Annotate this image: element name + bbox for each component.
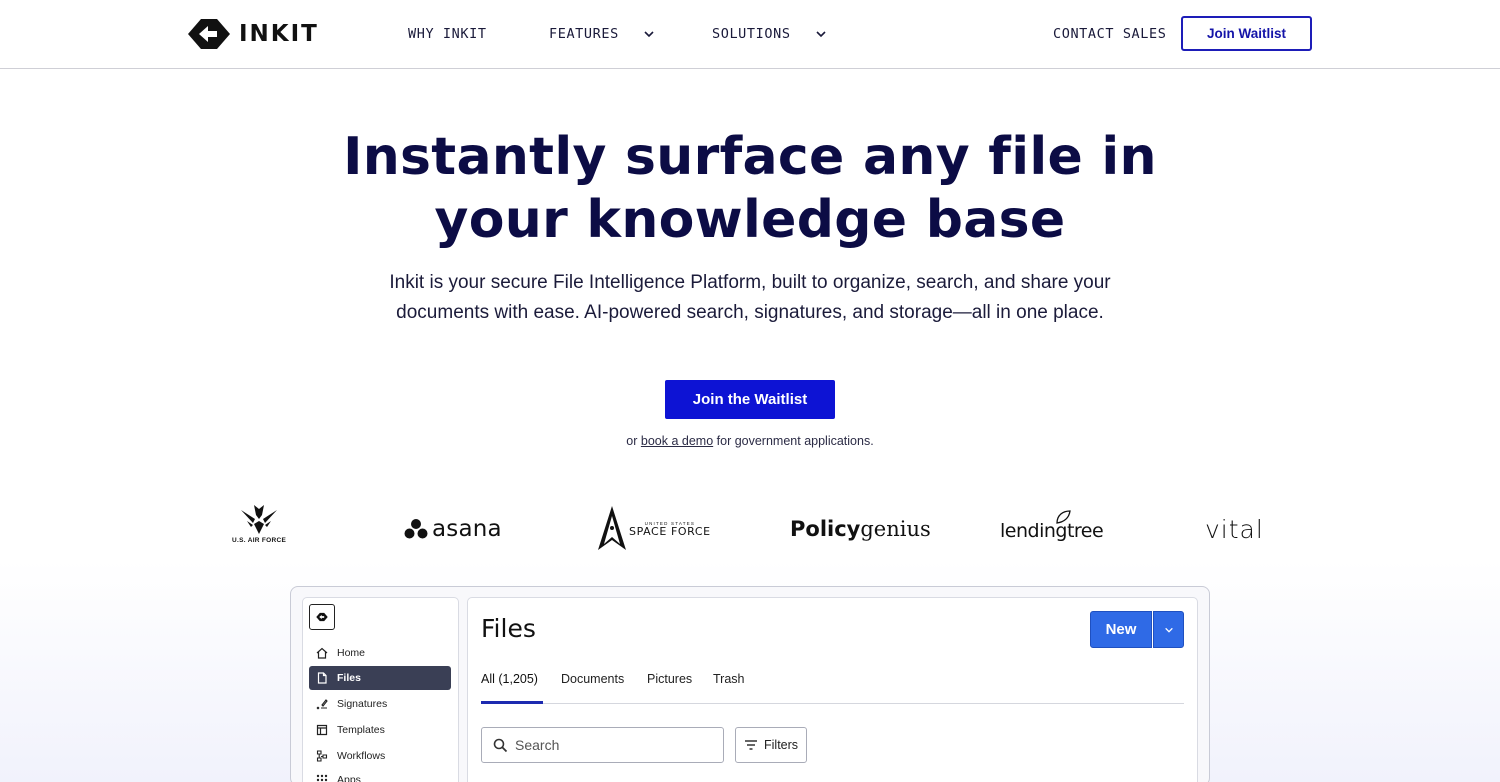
workflows-icon	[316, 750, 328, 762]
space-force-delta-icon	[598, 506, 626, 550]
air-force-text: U.S. AIR FORCE	[232, 537, 287, 544]
hero-title: Instantly surface any file in your knowl…	[300, 126, 1200, 252]
file-icon	[317, 672, 327, 684]
tabs-divider	[481, 703, 1184, 704]
sidebar-item-label: Signatures	[337, 698, 388, 710]
space-force-wordmark: UNITED STATES SPACE FORCE	[629, 521, 711, 537]
asana-text: asana	[432, 516, 502, 542]
nav-solutions-label: SOLUTIONS	[712, 26, 791, 42]
policygenius-logo: Policy genius	[790, 505, 931, 553]
inkit-logo[interactable]: INKIT	[187, 18, 319, 50]
signature-icon	[316, 699, 328, 710]
active-tab-indicator	[481, 701, 543, 704]
hero-title-line2: your knowledge base	[434, 190, 1066, 250]
demo-suffix: for government applications.	[713, 434, 874, 448]
hero-title-line1: Instantly surface any file in	[343, 127, 1157, 187]
sidebar-item-workflows[interactable]: Workflows	[309, 744, 451, 768]
book-demo-link[interactable]: book a demo	[641, 434, 713, 448]
nav-solutions[interactable]: SOLUTIONS	[712, 26, 827, 42]
inkit-mini-logo-icon	[316, 612, 328, 622]
space-force-text: SPACE FORCE	[629, 525, 711, 538]
apps-icon	[316, 774, 328, 782]
nav-features[interactable]: FEATURES	[549, 26, 655, 42]
sidebar-item-signatures[interactable]: Signatures	[309, 692, 451, 716]
sidebar-item-label: Templates	[337, 724, 385, 736]
files-title: Files	[481, 614, 536, 643]
nav-why-inkit-label: WHY INKIT	[408, 26, 487, 42]
policygenius-bold-text: Policy	[790, 517, 861, 541]
sidebar-item-label: Home	[337, 647, 366, 659]
hero-subtitle: Inkit is your secure File Intelligence P…	[330, 268, 1170, 328]
sidebar-item-files[interactable]: Files	[309, 666, 451, 690]
chevron-down-icon	[815, 31, 826, 38]
vital-text: vital	[1205, 514, 1264, 544]
filters-label: Filters	[764, 738, 799, 752]
logo-text: INKIT	[239, 21, 319, 47]
contact-sales-link[interactable]: CONTACT SALES	[1053, 26, 1166, 42]
air-force-logo: U.S. AIR FORCE	[232, 505, 286, 553]
sidebar-item-apps[interactable]: Apps	[309, 770, 451, 782]
air-force-wings-icon	[241, 505, 278, 534]
search-input[interactable]: Search	[481, 727, 724, 763]
demo-prefix: or	[626, 434, 641, 448]
home-icon	[316, 647, 328, 659]
lendingtree-text: lendingtree	[1000, 520, 1104, 542]
sidebar-item-home[interactable]: Home	[309, 641, 451, 665]
join-the-waitlist-button[interactable]: Join the Waitlist	[665, 380, 835, 419]
search-placeholder: Search	[515, 737, 560, 753]
filters-button[interactable]: Filters	[735, 727, 807, 763]
sidebar-item-label: Apps	[337, 774, 361, 782]
nav-why-inkit[interactable]: WHY INKIT	[408, 26, 487, 42]
contact-sales-label: CONTACT SALES	[1053, 26, 1167, 42]
hero-subtitle-line2: documents with ease. AI-powered search, …	[396, 302, 1104, 323]
hero-subtitle-line1: Inkit is your secure File Intelligence P…	[389, 272, 1111, 293]
sidebar-item-templates[interactable]: Templates	[309, 718, 451, 742]
tab-documents[interactable]: Documents	[561, 672, 624, 686]
filter-icon	[745, 740, 757, 750]
asana-logo: asana	[404, 505, 502, 553]
policygenius-light-text: genius	[860, 517, 931, 541]
vital-logo: vital	[1205, 505, 1264, 553]
chevron-down-icon	[1164, 627, 1173, 633]
tab-trash[interactable]: Trash	[713, 672, 745, 686]
new-dropdown-button[interactable]	[1153, 611, 1184, 648]
app-logo-icon[interactable]	[309, 604, 335, 630]
tab-all[interactable]: All (1,205)	[481, 672, 538, 686]
templates-icon	[316, 724, 328, 736]
nav-features-label: FEATURES	[549, 26, 619, 42]
demo-note: or book a demo for government applicatio…	[500, 434, 1000, 448]
new-button[interactable]: New	[1090, 611, 1152, 648]
sidebar-item-label: Files	[337, 672, 361, 684]
chevron-down-icon	[644, 31, 654, 38]
sidebar-item-label: Workflows	[337, 750, 386, 762]
space-force-logo: UNITED STATES SPACE FORCE	[597, 505, 711, 553]
search-icon	[493, 738, 508, 752]
asana-dots-icon	[404, 519, 428, 539]
inkit-logo-icon	[188, 19, 230, 49]
join-waitlist-button[interactable]: Join Waitlist	[1181, 16, 1312, 51]
tab-pictures[interactable]: Pictures	[647, 672, 692, 686]
lendingtree-logo: lendingtree	[1000, 510, 1104, 558]
top-navigation: INKIT WHY INKIT FEATURES SOLUTIONS CONTA…	[0, 0, 1500, 69]
